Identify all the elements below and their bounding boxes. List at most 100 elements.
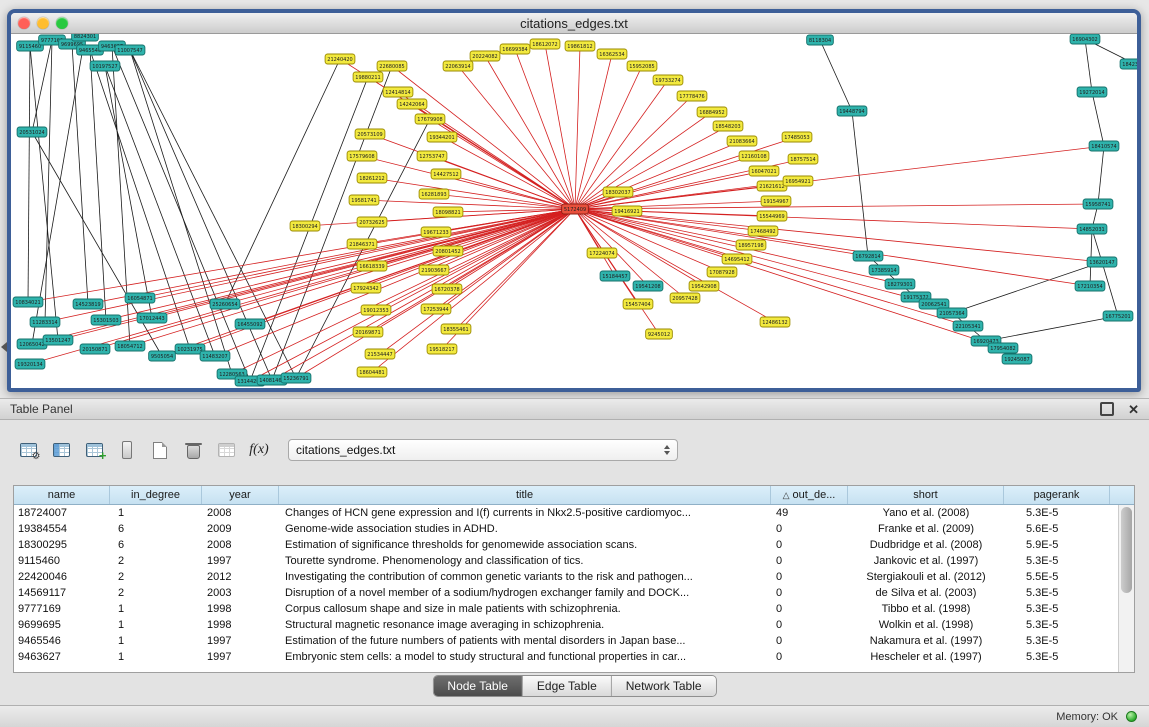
network-edge[interactable] (130, 209, 575, 346)
network-node[interactable]: 17468492 (748, 226, 778, 236)
network-edge[interactable] (392, 66, 575, 209)
table-row[interactable]: 2242004622012Investigating the contribut… (14, 569, 1118, 585)
network-node[interactable]: 16455092 (235, 319, 265, 329)
network-node[interactable]: 15184457 (600, 271, 630, 281)
network-node[interactable]: 16699384 (500, 44, 530, 54)
network-node[interactable]: 19542908 (689, 281, 719, 291)
network-edge[interactable] (225, 59, 340, 304)
network-edge[interactable] (442, 137, 575, 209)
network-node[interactable]: 17954082 (988, 343, 1018, 353)
network-edge[interactable] (72, 44, 88, 304)
network-edge[interactable] (232, 209, 575, 374)
network-node[interactable]: 9245012 (646, 329, 673, 339)
zoom-window-button[interactable] (56, 17, 68, 29)
network-hub-node[interactable]: 5172409 (562, 204, 589, 214)
tab-edge-table[interactable]: Edge Table (523, 676, 612, 696)
network-node[interactable]: 12160108 (739, 151, 769, 161)
network-node[interactable]: 19344201 (427, 132, 457, 142)
network-node[interactable]: 17579608 (347, 151, 377, 161)
network-node[interactable]: 17679908 (415, 114, 445, 124)
network-node[interactable]: 21057364 (937, 308, 967, 318)
network-edge[interactable] (575, 209, 704, 286)
network-edge[interactable] (986, 316, 1118, 341)
network-node[interactable]: 17924342 (351, 283, 381, 293)
table-row[interactable]: 1456911722003Disruption of a novel membe… (14, 585, 1118, 601)
network-edge[interactable] (105, 66, 152, 318)
network-node[interactable]: 18604481 (357, 367, 387, 377)
network-node[interactable]: 17778476 (677, 91, 707, 101)
table-row[interactable]: 1872400712008Changes of HCN gene express… (14, 505, 1118, 521)
network-node[interactable]: 21240420 (325, 54, 355, 64)
network-node[interactable]: 20224082 (470, 51, 500, 61)
select-columns-button[interactable] (47, 436, 75, 464)
network-node[interactable]: 11483207 (200, 351, 230, 361)
network-node[interactable]: 18098821 (433, 207, 463, 217)
network-node[interactable]: 15952085 (627, 61, 657, 71)
table-mode-button[interactable] (14, 436, 42, 464)
network-edge[interactable] (575, 54, 612, 209)
network-node[interactable]: 18054712 (115, 341, 145, 351)
float-panel-icon[interactable] (1100, 402, 1114, 416)
network-edge[interactable] (485, 56, 575, 209)
column-header-in_degree[interactable]: in_degree (110, 486, 202, 504)
network-node[interactable]: 21621612 (757, 181, 787, 191)
network-node[interactable]: 12486132 (760, 317, 790, 327)
network-node[interactable]: 18612072 (530, 39, 560, 49)
table-selector-combo[interactable]: citations_edges.txt (288, 439, 678, 461)
create-column-button[interactable] (80, 436, 108, 464)
network-node[interactable]: 14523819 (73, 299, 103, 309)
tab-node-table[interactable]: Node Table (433, 676, 523, 696)
network-node[interactable]: 19012353 (361, 305, 391, 315)
network-node[interactable]: 19581741 (349, 195, 379, 205)
network-edge[interactable] (515, 49, 575, 209)
network-node[interactable]: 19272014 (1077, 87, 1107, 97)
network-node[interactable]: 20062541 (919, 299, 949, 309)
network-edge[interactable] (45, 40, 52, 322)
network-node[interactable]: 10197527 (90, 61, 120, 71)
network-node[interactable]: 16792814 (853, 251, 883, 261)
network-node[interactable]: 12414814 (383, 87, 413, 97)
network-node[interactable]: 17087928 (707, 267, 737, 277)
network-edge[interactable] (852, 111, 868, 256)
network-edge[interactable] (575, 126, 728, 209)
network-node[interactable]: 15301503 (91, 315, 121, 325)
network-node[interactable]: 16904302 (1070, 34, 1100, 44)
table-row[interactable]: 1830029562008Estimation of significance … (14, 537, 1118, 553)
network-node[interactable]: 19448794 (837, 106, 867, 116)
column-header-short[interactable]: short (848, 486, 1004, 504)
network-node[interactable]: 13620147 (1087, 257, 1117, 267)
minimize-window-button[interactable] (37, 17, 49, 29)
table-row[interactable]: 969969511998Structural magnetic resonanc… (14, 617, 1118, 633)
network-edge[interactable] (130, 50, 272, 380)
network-node[interactable]: 19245087 (1002, 354, 1032, 364)
network-node[interactable]: 19154967 (761, 196, 791, 206)
network-node[interactable]: 16954921 (783, 176, 813, 186)
column-header-title[interactable]: title (279, 486, 771, 504)
column-view-button[interactable] (113, 436, 141, 464)
tab-network-table[interactable]: Network Table (612, 676, 716, 696)
network-edge[interactable] (376, 209, 575, 310)
network-node[interactable]: 15544969 (757, 211, 787, 221)
network-edge[interactable] (1092, 92, 1104, 146)
column-header-pagerank[interactable]: pagerank (1004, 486, 1110, 504)
network-edge[interactable] (372, 209, 575, 372)
network-node[interactable]: 18757514 (788, 154, 818, 164)
network-node[interactable]: 21846371 (347, 239, 377, 249)
network-node[interactable]: 18302037 (603, 187, 633, 197)
network-window[interactable]: citations_edges.txt 21240420198802112268… (7, 9, 1141, 392)
network-node[interactable]: 17210354 (1075, 281, 1105, 291)
scrollbar-thumb[interactable] (1121, 507, 1132, 593)
network-edge[interactable] (575, 209, 1090, 286)
network-edge[interactable] (575, 209, 722, 272)
network-edge[interactable] (366, 209, 575, 288)
network-window-titlebar[interactable]: citations_edges.txt (11, 13, 1137, 34)
table-row[interactable]: 977716911998Corpus callosum shape and si… (14, 601, 1118, 617)
network-edge[interactable] (30, 46, 58, 340)
network-edge[interactable] (250, 209, 575, 381)
network-node[interactable]: 19880211 (353, 72, 383, 82)
panel-collapse-arrow-icon[interactable] (1, 342, 7, 352)
network-node[interactable]: 20801452 (433, 246, 463, 256)
network-node[interactable]: 16047021 (749, 166, 779, 176)
network-node[interactable]: 16362534 (597, 49, 627, 59)
network-node[interactable]: 20957428 (670, 293, 700, 303)
